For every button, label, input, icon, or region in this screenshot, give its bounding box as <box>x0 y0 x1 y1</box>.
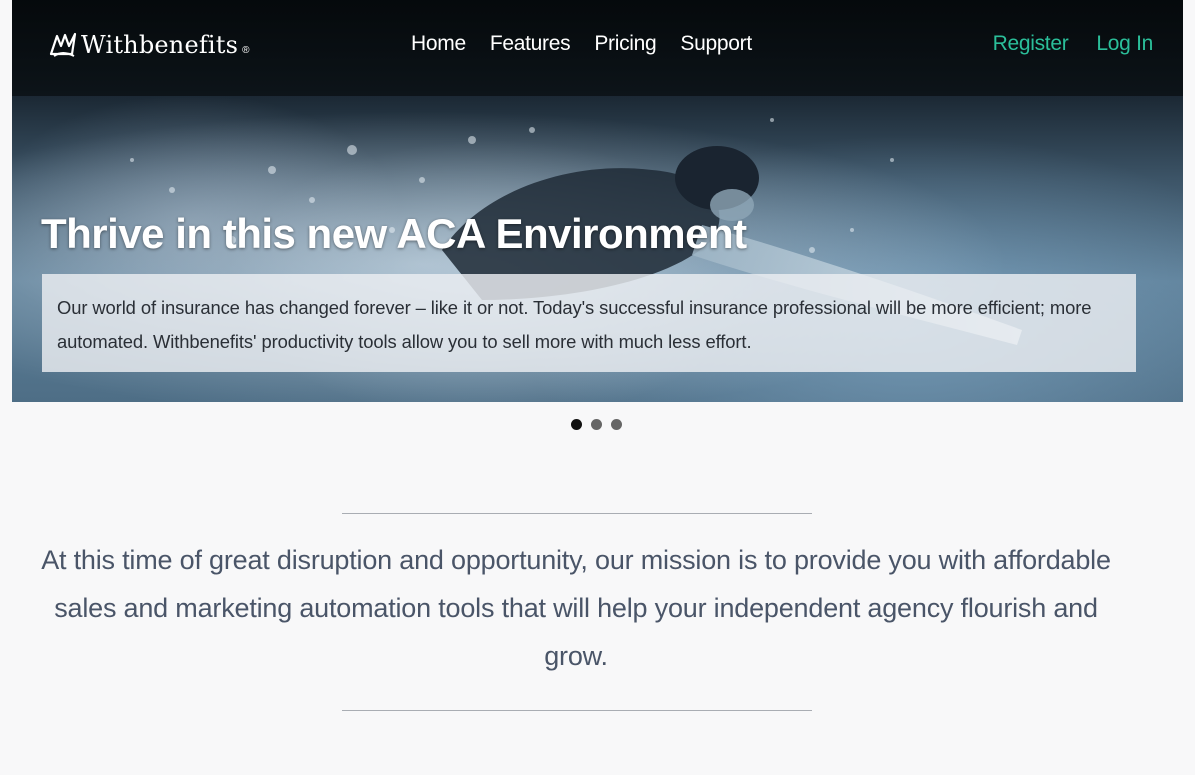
registered-mark: ® <box>242 44 250 56</box>
hero-body-text: Our world of insurance has changed forev… <box>57 297 1092 352</box>
nav-support-link[interactable]: Support <box>680 32 752 56</box>
login-link[interactable]: Log In <box>1096 32 1153 56</box>
auth-nav: Register Log In <box>965 32 1154 56</box>
stylized-w-mark-icon <box>49 32 77 57</box>
carousel-dot-3[interactable] <box>611 419 622 430</box>
nav-features-link[interactable]: Features <box>490 32 571 56</box>
carousel-dot-1[interactable] <box>571 419 582 430</box>
divider-bottom <box>342 710 812 711</box>
main-nav: Home Features Pricing Support <box>411 32 776 56</box>
top-navbar: Withbenefits ® Home Features Pricing Sup… <box>12 0 1183 96</box>
carousel-dot-2[interactable] <box>591 419 602 430</box>
divider-top <box>342 513 812 514</box>
brand-logo[interactable]: Withbenefits ® <box>48 28 250 62</box>
brand-name: Withbenefits <box>81 31 239 59</box>
mission-statement: At this time of great disruption and opp… <box>41 545 1111 671</box>
carousel-indicators <box>571 419 631 430</box>
nav-home-link[interactable]: Home <box>411 32 466 56</box>
hero-text-box: Our world of insurance has changed forev… <box>42 274 1136 372</box>
nav-pricing-link[interactable]: Pricing <box>594 32 656 56</box>
hero-title: Thrive in this new ACA Environment <box>41 210 747 257</box>
register-link[interactable]: Register <box>993 32 1069 56</box>
